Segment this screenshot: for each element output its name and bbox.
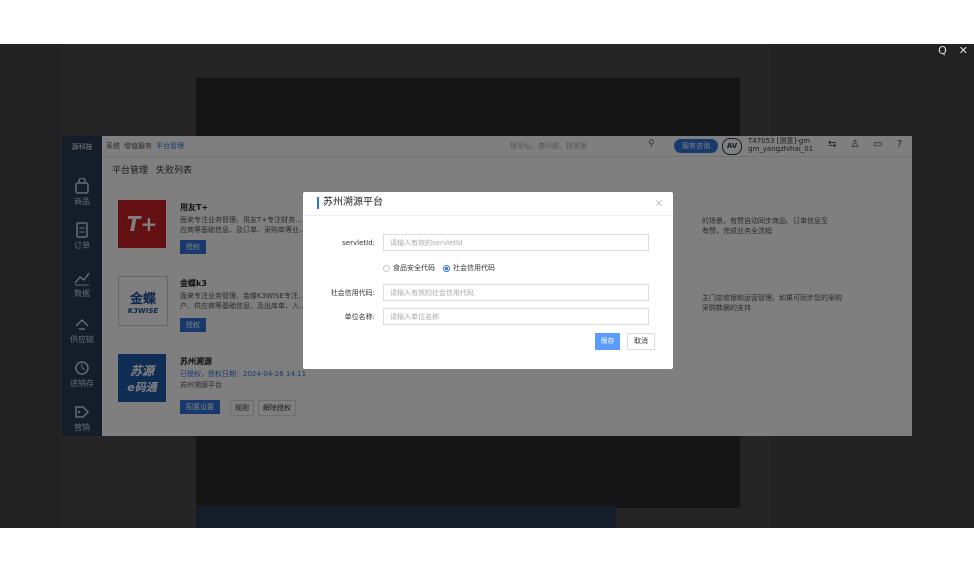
radio-circle-selected bbox=[443, 264, 450, 272]
radio-social-credit-code[interactable]: 社会信用代码 bbox=[443, 263, 495, 273]
zoom-icon[interactable]: Q bbox=[938, 44, 947, 57]
radio-food-safety-code[interactable]: 食品安全代码 bbox=[383, 263, 435, 273]
dialog-header: 苏州溯源平台 × bbox=[303, 192, 673, 216]
servletid-label: servletId: bbox=[342, 239, 375, 247]
credit-code-input[interactable]: 请输入有效的社会信用代码 bbox=[383, 284, 649, 301]
suzhou-trace-dialog: 苏州溯源平台 × servletId: 请输入有效的servletId 食品安全… bbox=[303, 192, 673, 369]
code-type-radio-group: 食品安全代码 社会信用代码 bbox=[383, 263, 495, 273]
radio-circle bbox=[383, 264, 390, 272]
close-icon[interactable]: × bbox=[655, 198, 663, 209]
radio-label: 食品安全代码 bbox=[393, 264, 435, 272]
radio-label: 社会信用代码 bbox=[453, 264, 495, 272]
close-icon[interactable]: ✕ bbox=[959, 44, 968, 57]
servletid-input[interactable]: 请输入有效的servletId bbox=[383, 234, 649, 251]
cancel-button[interactable]: 取消 bbox=[627, 333, 655, 350]
unit-name-label: 单位名称: bbox=[344, 313, 375, 321]
unit-name-input[interactable]: 请输入单位名称 bbox=[383, 308, 649, 325]
credit-code-label: 社会信用代码: bbox=[330, 289, 375, 297]
dialog-title: 苏州溯源平台 bbox=[317, 197, 383, 209]
viewer-controls: Q ✕ bbox=[938, 44, 968, 57]
save-button[interactable]: 保存 bbox=[595, 333, 620, 350]
